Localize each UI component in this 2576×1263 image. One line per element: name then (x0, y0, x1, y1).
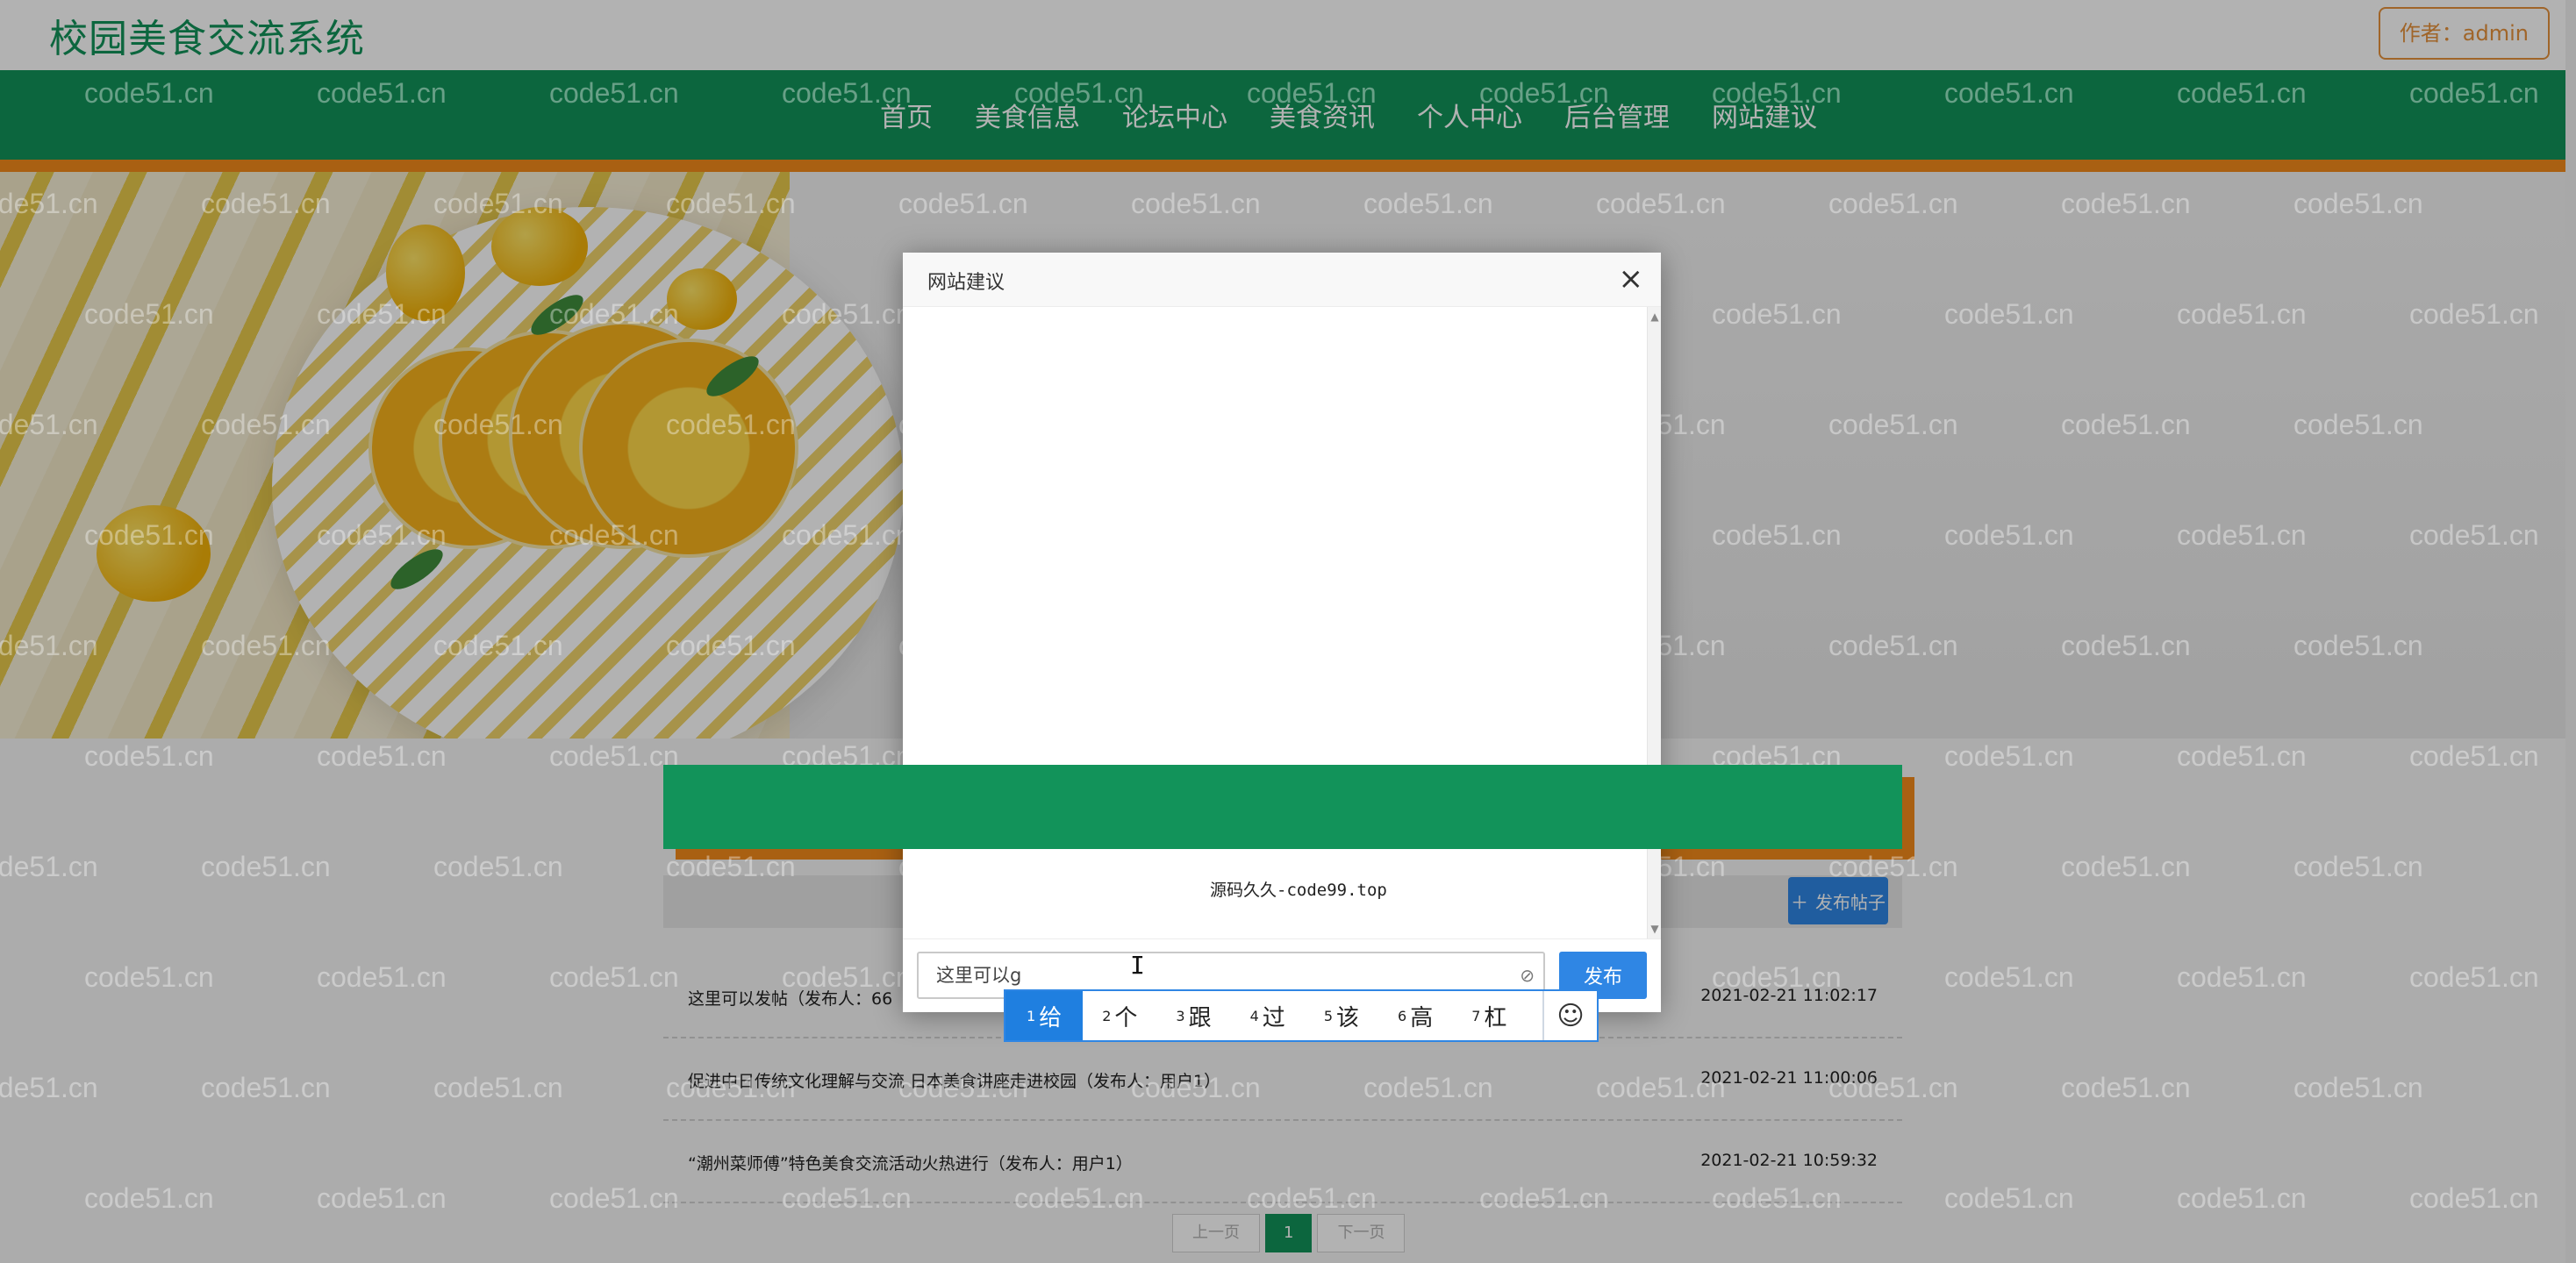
suggestion-input-value: 这里可以g (936, 965, 1022, 986)
ime-candidate-char: 过 (1262, 1004, 1285, 1031)
scroll-down-icon[interactable]: ▼ (1648, 923, 1662, 935)
ime-candidate-number: 4 (1249, 1007, 1259, 1024)
suggestion-dialog: 网站建议 × 源码久久-code99.top ▲ ▼ 这里可以g ⊘ 发布 (903, 253, 1661, 1012)
ime-candidate-number: 5 (1323, 1007, 1333, 1024)
embedded-text: 源码久久-code99.top (1210, 881, 1387, 900)
ime-candidate[interactable]: 6 高 (1378, 991, 1452, 1040)
scroll-up-icon[interactable]: ▲ (1648, 310, 1662, 323)
ime-candidate-char: 高 (1410, 1004, 1434, 1031)
dialog-header: 网站建议 × (903, 253, 1661, 307)
ime-candidate-char: 给 (1039, 1004, 1063, 1031)
section-header (663, 765, 1902, 849)
ime-candidate[interactable]: 1 给 (1005, 991, 1084, 1040)
ime-candidate-char: 跟 (1188, 1004, 1212, 1031)
ime-candidate-char: 杠 (1484, 1004, 1507, 1031)
ime-candidate[interactable]: 4 过 (1231, 991, 1305, 1040)
ime-candidate-char: 该 (1336, 1004, 1360, 1031)
ime-candidate[interactable]: 5 该 (1305, 991, 1378, 1040)
text-cursor-icon: I (1130, 951, 1145, 980)
ime-candidate-number: 1 (1027, 1007, 1036, 1024)
ime-candidate-number: 2 (1102, 1007, 1112, 1024)
ime-candidate[interactable]: 3 跟 (1156, 991, 1230, 1040)
ime-candidate-char: 个 (1114, 1004, 1138, 1031)
page: 校园美食交流系统 作者：admin 首页 美食信息 论坛中心 美食资讯 个人中心… (0, 0, 2576, 1263)
close-icon[interactable]: × (1619, 263, 1644, 295)
ime-candidate-bar: 1 给 2 个 3 跟 4 过 5 该 6 高 7 杠 ☺ (1004, 989, 1599, 1042)
ime-candidate-number: 7 (1471, 1007, 1481, 1024)
ime-candidate[interactable]: 7 杠 (1452, 991, 1526, 1040)
emoji-icon[interactable]: ☺ (1542, 991, 1597, 1040)
ime-candidate-number: 3 (1176, 1007, 1185, 1024)
dialog-title: 网站建议 (927, 272, 1005, 294)
ime-candidate-number: 6 (1398, 1007, 1407, 1024)
ime-candidate[interactable]: 2 个 (1083, 991, 1156, 1040)
